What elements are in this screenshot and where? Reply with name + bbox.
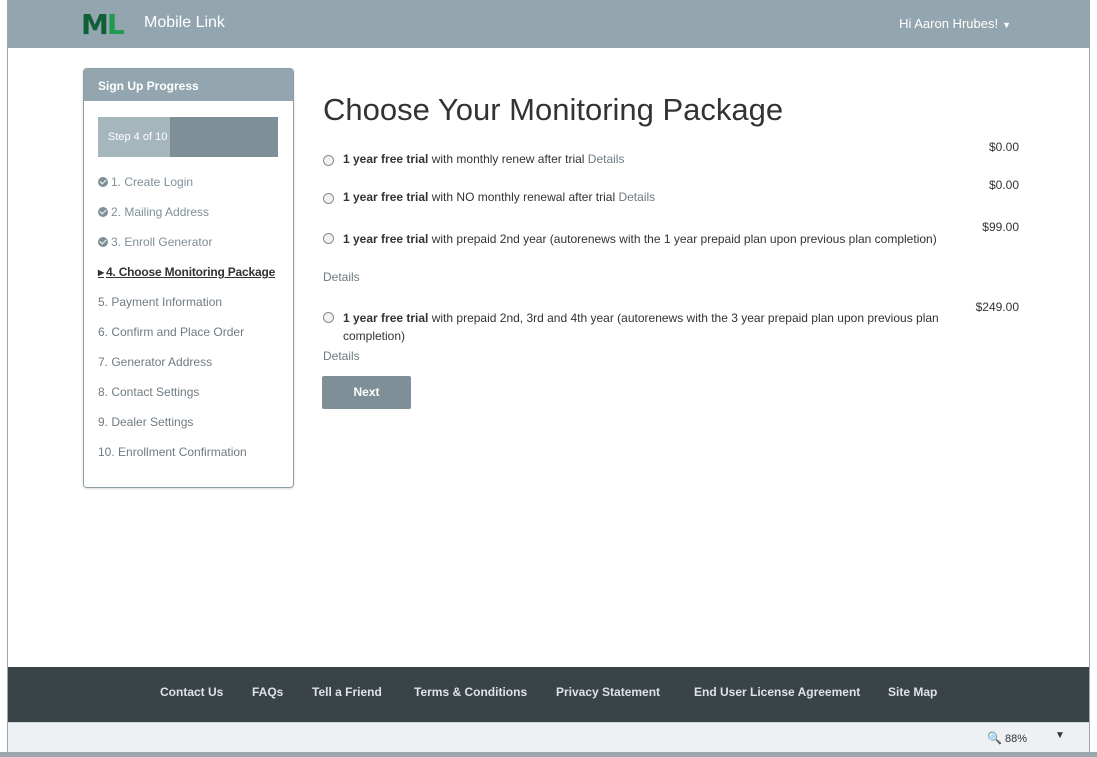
footer-link-privacy[interactable]: Privacy Statement [556,685,660,699]
footer-link-eula[interactable]: End User License Agreement [694,685,860,699]
option-label: 1 year free trial with NO monthly renewa… [343,190,656,204]
next-button[interactable]: Next [322,376,411,409]
browser-status-bar: 🔍 88% ▼ [8,722,1089,752]
radio-button[interactable] [323,312,334,323]
sidebar-step: 5. Payment Information [98,295,275,325]
logo-letter-m: M [81,8,109,41]
check-circle-icon [98,237,108,247]
option-price: $0.00 [988,140,1019,154]
details-link[interactable]: Details [618,190,655,204]
logo-letter-l: L [106,8,125,41]
app-name: Mobile Link [144,14,225,31]
sidebar-step[interactable]: 1. Create Login [98,175,275,205]
package-option-2: 1 year free trial with NO monthly renewa… [323,178,1023,210]
package-option-4: 1 year free trial with prepaid 2nd, 3rd … [323,300,1023,365]
footer-link-terms[interactable]: Terms & Conditions [414,685,527,699]
sidebar-step: 8. Contact Settings [98,385,275,415]
radio-button[interactable] [323,233,334,244]
sidebar-step[interactable]: ▶ 4. Choose Monitoring Package [98,265,275,295]
sidebar-step-label: 9. Dealer Settings [98,415,194,429]
sidebar-step: 10. Enrollment Confirmation [98,445,275,475]
progress-label: Step 4 of 10 [108,131,168,143]
footer: Contact Us FAQs Tell a Friend Terms & Co… [8,667,1089,722]
radio-button[interactable] [323,155,334,166]
top-header: ML Mobile Link Hi Aaron Hrubes! ▼ [8,0,1089,48]
progress-bar: Step 4 of 10 [98,117,278,157]
sidebar-title: Sign Up Progress [84,69,293,101]
package-option-1: 1 year free trial with monthly renew aft… [323,140,1023,172]
package-option-3: 1 year free trial with prepaid 2nd year … [323,220,1023,286]
sidebar-step: 9. Dealer Settings [98,415,275,445]
sidebar-step-label: 2. Mailing Address [111,205,210,219]
footer-link-tell-a-friend[interactable]: Tell a Friend [312,685,382,699]
sidebar-step-label: 7. Generator Address [98,355,213,369]
details-link[interactable]: Details [323,349,360,363]
footer-link-faqs[interactable]: FAQs [252,685,283,699]
details-link[interactable]: Details [588,152,625,166]
sidebar-step: 6. Confirm and Place Order [98,325,275,355]
logo[interactable]: ML [81,8,125,41]
sidebar-step-label: 5. Payment Information [98,295,223,309]
footer-link-site-map[interactable]: Site Map [888,685,937,699]
user-menu[interactable]: Hi Aaron Hrubes! ▼ [899,16,1011,31]
details-link[interactable]: Details [323,270,360,284]
sidebar-body: Step 4 of 10 1. Create Login 2. Mailing A… [84,101,293,487]
page-title: Choose Your Monitoring Package [323,92,784,127]
option-price: $0.00 [988,178,1019,192]
sidebar-step-label: 8. Contact Settings [98,385,200,399]
option-label: 1 year free trial with prepaid 2nd, 3rd … [343,311,939,343]
sidebar-step[interactable]: 2. Mailing Address [98,205,275,235]
current-step-arrow-icon: ▶ [98,268,104,277]
option-label: 1 year free trial with prepaid 2nd year … [343,232,937,246]
sidebar-step-label: 3. Enroll Generator [111,235,213,249]
caret-down-icon: ▼ [1002,20,1011,30]
zoom-magnifier-icon: 🔍 [987,731,1002,745]
signup-progress-panel: Sign Up Progress Step 4 of 10 1. Create … [83,68,294,488]
check-circle-icon [98,177,108,187]
sidebar-step: 7. Generator Address [98,355,275,385]
sidebar-step-label: 6. Confirm and Place Order [98,325,245,339]
option-price: $249.00 [975,300,1019,314]
sidebar-step-label: 1. Create Login [111,175,194,189]
sidebar-step-label: 4. Choose Monitoring Package [105,265,276,279]
step-list: 1. Create Login 2. Mailing Address 3. Enro… [98,175,275,475]
option-label: 1 year free trial with monthly renew aft… [343,152,625,166]
window-bottom-border [0,752,1097,757]
sidebar-step[interactable]: 3. Enroll Generator [98,235,275,265]
zoom-control[interactable]: 🔍 88% [987,731,1027,745]
zoom-dropdown-icon[interactable]: ▼ [1055,730,1065,741]
user-greeting: Hi Aaron Hrubes! [899,16,999,31]
zoom-level: 88% [1005,733,1028,745]
check-circle-icon [98,207,108,217]
option-price: $99.00 [982,220,1019,234]
footer-link-contact-us[interactable]: Contact Us [160,685,223,699]
radio-button[interactable] [323,193,334,204]
sidebar-step-label: 10. Enrollment Confirmation [98,445,247,459]
